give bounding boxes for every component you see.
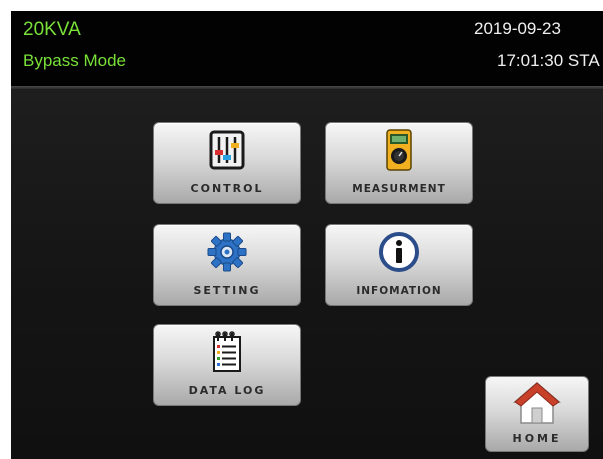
control-label: CONTROL [190,182,264,195]
status-bar: 20KVA Bypass Mode 2019-09-23 17:01:30 ST… [11,11,603,85]
setting-button[interactable]: SETTING [153,224,301,306]
ups-screen: 20KVA Bypass Mode 2019-09-23 17:01:30 ST… [11,11,603,459]
time-display: 17:01:30 STA [497,51,600,70]
multimeter-icon [386,129,412,171]
date-display: 2019-09-23 [474,19,561,38]
information-label: INFOMATION [356,285,442,297]
model-rating: 20KVA [23,19,81,40]
control-button[interactable]: CONTROL [153,122,301,204]
data-log-button[interactable]: DATA LOG [153,324,301,406]
home-icon [512,382,562,424]
notepad-icon [213,331,241,372]
info-icon [379,232,419,272]
measurement-button[interactable]: MEASURMENT [325,122,473,204]
setting-label: SETTING [193,284,261,297]
home-button[interactable]: HOME [485,376,589,452]
main-menu: CONTROL MEASURMENT SETTING INFOMATION DA… [11,89,603,459]
operating-mode: Bypass Mode [23,51,126,70]
information-button[interactable]: INFOMATION [325,224,473,306]
measurement-label: MEASURMENT [352,183,446,195]
home-label: HOME [512,432,562,445]
sliders-icon [209,130,245,170]
data-log-label: DATA LOG [188,384,266,397]
gear-icon [207,232,247,272]
